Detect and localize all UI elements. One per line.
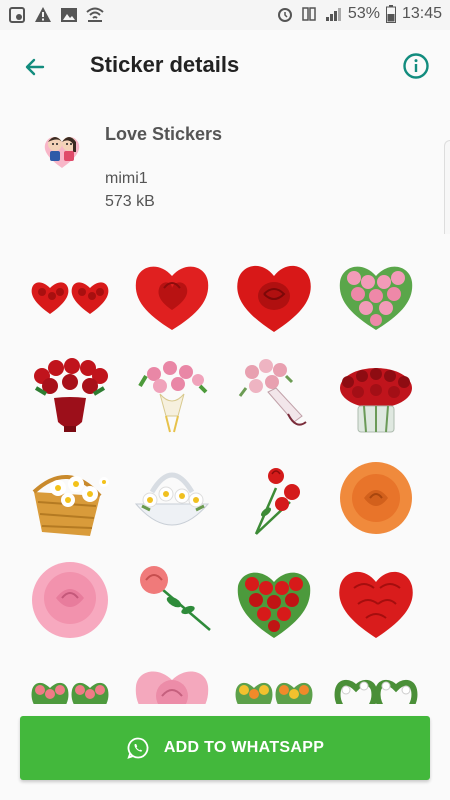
pink-roses-double-heart-sticker xyxy=(31,683,109,704)
back-button[interactable] xyxy=(18,50,52,84)
pack-name: Love Stickers xyxy=(105,124,223,144)
sticker-double-heart-roses[interactable] xyxy=(28,252,112,336)
daisy-white-basket-sticker xyxy=(134,472,210,526)
red-roses-glass-vase-sticker xyxy=(340,368,412,433)
red-roses-vase-sticker xyxy=(34,358,108,432)
single-pink-rose-sticker xyxy=(140,566,211,631)
sticker-red-rose-heart[interactable] xyxy=(130,252,214,336)
sticker-red-petal-heart[interactable] xyxy=(334,558,418,642)
footer: ADD TO WHATSAPP xyxy=(0,704,450,800)
sticker-pink-roses-bouquet-2[interactable] xyxy=(232,352,316,436)
double-heart-roses-sticker xyxy=(31,282,109,314)
sticker-red-rose-heart-2[interactable] xyxy=(232,252,316,336)
sticker-orange-rose[interactable] xyxy=(334,456,418,540)
sticker-grid xyxy=(0,234,450,704)
sticker-daisy-basket[interactable] xyxy=(28,456,112,540)
status-bar-left xyxy=(8,6,104,24)
pink-rose-heart-sticker xyxy=(135,671,209,704)
sticker-daisy-white-basket[interactable] xyxy=(130,456,214,540)
data-icon xyxy=(302,7,316,21)
pink-roses-bouquet-sticker xyxy=(138,361,208,433)
sticker-single-pink-rose[interactable] xyxy=(130,558,214,642)
alert-icon xyxy=(35,7,51,22)
sticker-pink-roses-bouquet[interactable] xyxy=(130,352,214,436)
pink-roses-heart-sticker xyxy=(339,266,413,330)
red-rose-heart-3-sticker xyxy=(237,572,311,638)
red-petal-heart-sticker xyxy=(339,571,413,638)
pack-author: mimi1 xyxy=(105,170,148,187)
sticker-pink-rose[interactable] xyxy=(28,558,112,642)
red-rose-stems-sticker xyxy=(254,468,300,535)
battery-percent: 53% xyxy=(347,5,380,22)
wifi-icon xyxy=(86,7,104,22)
sticker-pink-roses-heart[interactable] xyxy=(334,252,418,336)
gallery-icon xyxy=(9,7,25,23)
signal-icon xyxy=(325,8,341,21)
yellow-roses-double-heart-sticker xyxy=(235,683,313,704)
sticker-red-rose-heart-3[interactable] xyxy=(232,558,316,642)
daisy-basket-sticker xyxy=(32,475,109,536)
sticker-pink-roses-double-heart[interactable] xyxy=(28,656,112,704)
sticker-yellow-roses-double-heart[interactable] xyxy=(232,656,316,704)
app-bar: Sticker details xyxy=(0,30,450,104)
red-rose-heart-sticker xyxy=(135,266,209,330)
alarm-icon xyxy=(277,8,292,22)
whatsapp-icon xyxy=(127,737,149,759)
pack-header: Love Stickers mimi1 573 kB xyxy=(0,104,450,234)
clock: 13:45 xyxy=(401,5,442,22)
pink-roses-bouquet-2-sticker xyxy=(238,359,307,426)
pack-size: 573 kB xyxy=(105,193,155,210)
image-icon xyxy=(61,8,77,22)
arrow-left-icon xyxy=(25,58,45,76)
white-flowers-double-heart-sticker xyxy=(334,680,418,704)
status-bar-right: 53% 13:45 xyxy=(276,5,442,23)
sticker-red-roses-glass-vase[interactable] xyxy=(334,352,418,436)
pink-rose-sticker xyxy=(32,562,108,638)
red-rose-heart-2-sticker xyxy=(237,265,311,332)
battery-icon xyxy=(385,5,396,23)
sticker-red-rose-stems[interactable] xyxy=(232,456,316,540)
info-icon xyxy=(403,53,429,79)
pack-tray-icon xyxy=(44,137,80,168)
sticker-white-flowers-double-heart[interactable] xyxy=(334,656,418,704)
add-to-whatsapp-label: ADD TO WHATSAPP xyxy=(163,739,325,756)
sticker-red-roses-vase[interactable] xyxy=(28,352,112,436)
info-button[interactable] xyxy=(400,50,432,82)
page-title: Sticker details xyxy=(90,52,240,77)
add-to-whatsapp-button[interactable]: ADD TO WHATSAPP xyxy=(20,716,430,780)
sticker-pink-rose-heart[interactable] xyxy=(130,656,214,704)
status-bar: 53% 13:45 xyxy=(0,0,450,30)
orange-rose-sticker xyxy=(340,462,412,534)
